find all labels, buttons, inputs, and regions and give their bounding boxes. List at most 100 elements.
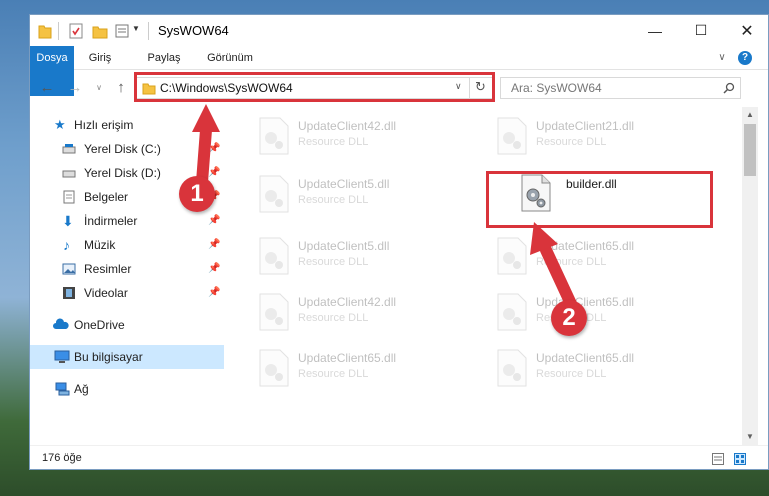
item-count: 176 öğe — [42, 452, 82, 464]
status-bar: 176 öğe — [30, 445, 768, 469]
forward-button[interactable]: → — [66, 79, 84, 97]
recent-locations-icon[interactable]: ∨ — [90, 79, 108, 97]
back-button[interactable]: ← — [38, 79, 56, 97]
nav-item-downloads[interactable]: ⬇ İndirmeler 📌 — [30, 209, 224, 233]
nav-label: OneDrive — [74, 318, 125, 332]
pin-icon[interactable]: 📌 — [208, 281, 220, 305]
nav-item-videos[interactable]: Videolar 📌 — [30, 281, 224, 305]
navigation-pane: ★ Hızlı erişim Yerel Disk (C:) 📌 Yerel D… — [30, 107, 224, 445]
drive-icon — [62, 170, 76, 178]
drive-icon — [62, 144, 76, 154]
file-item[interactable]: UpdateClient65.dll Resource DLL — [464, 231, 694, 281]
documents-icon — [63, 190, 75, 204]
scroll-thumb[interactable] — [744, 124, 756, 176]
pin-icon[interactable]: 📌 — [208, 209, 220, 233]
nav-label: Resimler — [84, 262, 132, 276]
title-bar: ▼ SysWOW64 — ☐ ✕ — [30, 15, 768, 46]
dll-file-icon — [259, 175, 289, 213]
file-item[interactable]: UpdateClient21.dll Resource DLL — [464, 111, 694, 161]
file-name: UpdateClient65.dll — [536, 239, 635, 253]
vertical-scrollbar[interactable]: ▲ ▼ — [742, 107, 758, 445]
nav-item-music[interactable]: ♪ Müzik 📌 — [30, 233, 224, 257]
dll-file-icon — [259, 349, 289, 387]
nav-quick-access[interactable]: ★ Hızlı erişim — [30, 113, 224, 137]
file-name: UpdateClient65.dll — [536, 295, 635, 309]
nav-label: Hızlı erişim — [74, 118, 134, 132]
nav-label: Yerel Disk (C:) — [84, 142, 161, 156]
file-item[interactable]: UpdateClient42.dll Resource DLL — [226, 287, 456, 337]
nav-item-pictures[interactable]: Resimler 📌 — [30, 257, 224, 281]
separator — [148, 22, 149, 40]
pin-icon[interactable]: 📌 — [208, 233, 220, 257]
dll-file-icon — [497, 117, 527, 155]
file-name: UpdateClient5.dll — [298, 239, 390, 253]
nav-item-onedrive[interactable]: OneDrive — [30, 313, 224, 337]
ribbon: Dosya Giriş Paylaş Görünüm ∨ ? — [30, 46, 768, 96]
videos-icon — [63, 287, 75, 299]
window-title: SysWOW64 — [158, 23, 229, 38]
tab-view[interactable]: Görünüm — [202, 46, 258, 70]
nav-label: Ağ — [74, 382, 89, 396]
step-1-badge: 1 — [179, 176, 215, 212]
pin-icon[interactable]: 📌 — [208, 137, 220, 161]
file-description: Resource DLL — [298, 194, 369, 206]
address-highlight-box — [134, 72, 495, 102]
nav-item-this-pc[interactable]: Bu bilgisayar — [30, 345, 224, 369]
download-icon: ⬇ — [62, 213, 74, 229]
file-item[interactable]: UpdateClient65.dll Resource DLL — [464, 343, 694, 393]
dll-file-icon — [259, 237, 289, 275]
file-list: UpdateClient42.dll Resource DLL UpdateCl… — [226, 107, 742, 445]
file-description: Resource DLL — [536, 368, 607, 380]
file-item[interactable]: UpdateClient5.dll Resource DLL — [226, 169, 456, 219]
chevron-down-icon[interactable]: ▼ — [132, 24, 140, 42]
up-button[interactable]: ↑ — [112, 79, 130, 97]
nav-label: Videolar — [84, 286, 128, 300]
cloud-icon — [53, 318, 69, 329]
customize-icon[interactable] — [114, 22, 130, 40]
minimize-button[interactable]: — — [632, 15, 678, 46]
dll-file-icon — [497, 293, 527, 331]
dll-file-icon — [497, 349, 527, 387]
details-view-icon[interactable] — [712, 453, 724, 465]
file-name: UpdateClient42.dll — [298, 295, 397, 309]
nav-label: Bu bilgisayar — [74, 350, 143, 364]
search-placeholder[interactable]: Ara: SysWOW64 — [511, 81, 602, 95]
file-name: UpdateClient65.dll — [536, 351, 635, 365]
nav-item-drive-c[interactable]: Yerel Disk (C:) 📌 — [30, 137, 224, 161]
nav-label: Müzik — [84, 238, 116, 252]
file-item[interactable]: UpdateClient5.dll Resource DLL — [226, 231, 456, 281]
separator — [58, 22, 59, 40]
step-2-badge: 2 — [551, 300, 587, 336]
maximize-button[interactable]: ☐ — [678, 15, 724, 46]
file-highlight-box — [486, 171, 713, 228]
tab-share[interactable]: Paylaş — [140, 46, 188, 70]
file-name: UpdateClient42.dll — [298, 119, 397, 133]
scroll-down-icon[interactable]: ▼ — [742, 429, 758, 445]
nav-item-network[interactable]: Ağ — [30, 377, 224, 401]
file-item[interactable]: UpdateClient65.dll Resource DLL — [226, 343, 456, 393]
file-item[interactable]: UpdateClient42.dll Resource DLL — [226, 111, 456, 161]
network-icon — [55, 382, 70, 396]
new-folder-icon[interactable] — [92, 22, 108, 40]
properties-icon[interactable] — [68, 22, 84, 40]
tab-home[interactable]: Giriş — [80, 46, 120, 70]
file-description: Resource DLL — [298, 312, 369, 324]
help-icon[interactable]: ? — [738, 51, 752, 65]
file-description: Resource DLL — [298, 256, 369, 268]
nav-label: İndirmeler — [84, 214, 138, 228]
close-button[interactable]: ✕ — [724, 15, 768, 46]
ribbon-expand-icon[interactable]: ∨ — [714, 46, 730, 70]
search-box[interactable]: Ara: SysWOW64 — [500, 77, 741, 99]
nav-label: Yerel Disk (D:) — [84, 166, 161, 180]
dll-file-icon — [259, 117, 289, 155]
pin-icon[interactable]: 📌 — [208, 257, 220, 281]
music-icon: ♪ — [63, 237, 70, 253]
file-name: UpdateClient65.dll — [298, 351, 397, 365]
file-description: Resource DLL — [536, 256, 607, 268]
pictures-icon — [62, 263, 76, 275]
scroll-up-icon[interactable]: ▲ — [742, 107, 758, 123]
large-icons-view-icon[interactable] — [734, 453, 746, 465]
file-name: UpdateClient21.dll — [536, 119, 635, 133]
star-icon: ★ — [54, 117, 66, 132]
folder-icon — [38, 25, 52, 39]
